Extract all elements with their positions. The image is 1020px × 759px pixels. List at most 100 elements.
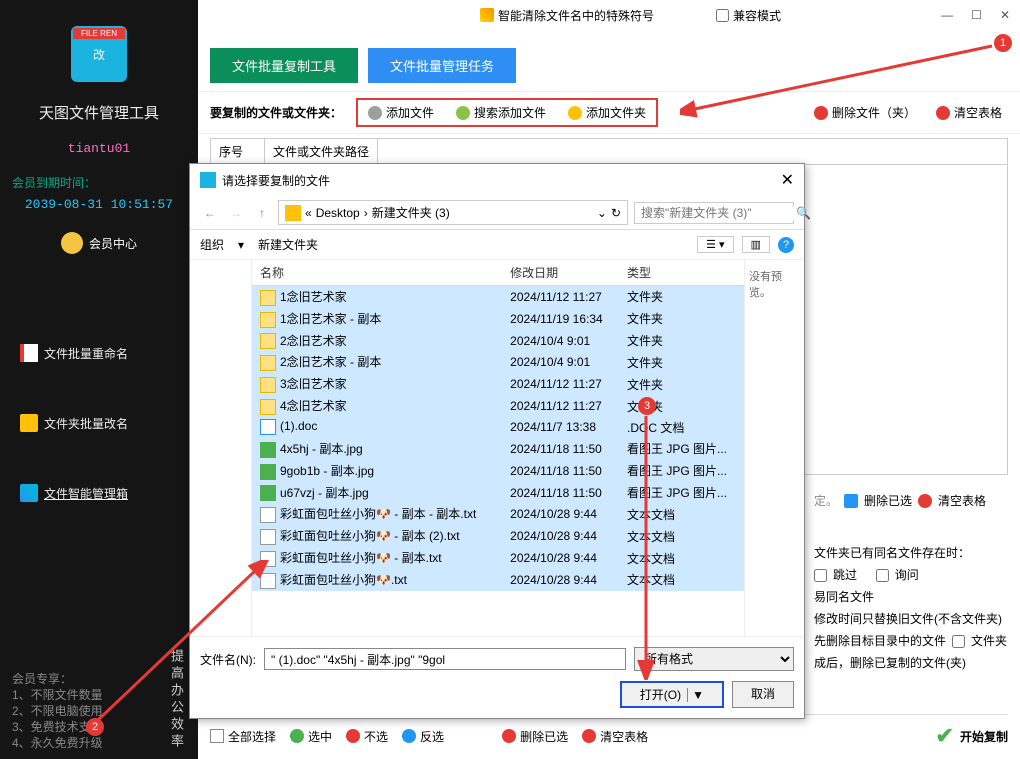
plus-icon [368, 106, 382, 120]
search-add-button[interactable]: 搜索添加文件 [450, 102, 552, 123]
expire-date: 2039-08-31 10:51:57 [25, 197, 173, 212]
path-box[interactable]: « Desktop › 新建文件夹 (3) ⌄ ↻ [278, 200, 628, 225]
folder-checkbox[interactable] [952, 635, 965, 648]
file-row[interactable]: 彩虹面包吐丝小狗🐶 - 副本 (2).txt2024/10/28 9:44文本文… [252, 525, 744, 547]
clear-table[interactable]: 清空表格 [582, 728, 648, 745]
file-row[interactable]: 彩虹面包吐丝小狗🐶.txt2024/10/28 9:44文本文档 [252, 569, 744, 591]
folder-tree[interactable] [190, 260, 252, 636]
col-date[interactable]: 修改日期 [502, 260, 619, 286]
file-row[interactable]: 2念旧艺术家 - 副本2024/10/4 9:01文件夹 [252, 351, 744, 373]
up-button[interactable]: ↑ [252, 206, 272, 220]
close-button[interactable]: ✕ [1000, 8, 1010, 22]
open-button[interactable]: 打开(O) ▼ [620, 681, 724, 708]
select-no[interactable]: 不选 [346, 728, 388, 745]
view-mode-button[interactable]: ☰ ▾ [697, 236, 733, 253]
search-box[interactable]: 🔍 [634, 202, 794, 224]
col-path: 文件或文件夹路径 [265, 139, 378, 164]
add-folder-button[interactable]: 添加文件夹 [562, 102, 652, 123]
reverse-select[interactable]: 反选 [402, 728, 444, 745]
clear-btn[interactable]: 清空表格 [938, 490, 986, 512]
filename-input[interactable] [264, 648, 626, 670]
chevron-down-icon[interactable]: ⌄ [597, 206, 607, 220]
del-sel-btn[interactable]: 删除已选 [864, 490, 912, 512]
file-row[interactable]: 2念旧艺术家2024/10/4 9:01文件夹 [252, 330, 744, 352]
chevron-down-icon[interactable]: ▼ [687, 688, 704, 702]
folder-icon [260, 377, 276, 393]
file-row[interactable]: 9gob1b - 副本.jpg2024/11/18 11:50看图王 JPG 图… [252, 460, 744, 482]
organize-button[interactable]: 组织 [200, 236, 224, 253]
nav-rename-folders[interactable]: 文件夹批量改名 [0, 404, 198, 442]
vip-center[interactable]: 会员中心 [61, 232, 137, 254]
file-row[interactable]: 1念旧艺术家2024/11/12 11:27文件夹 [252, 286, 744, 308]
compat-label: 兼容模式 [733, 7, 781, 24]
same-file-label: 文件夹已有同名文件存在时： [814, 542, 1014, 564]
nav-rename-files[interactable]: 文件批量重命名 [0, 334, 198, 372]
minimize-button[interactable]: — [941, 8, 953, 22]
help-button[interactable]: ? [778, 237, 794, 253]
checkmark-icon: ✔ [936, 723, 954, 749]
file-row[interactable]: u67vzj - 副本.jpg2024/11/18 11:50看图王 JPG 图… [252, 482, 744, 504]
row-delsel: 定。 删除已选 清空表格 [814, 490, 1014, 512]
col-type[interactable]: 类型 [619, 260, 744, 286]
ask-checkbox[interactable] [876, 569, 889, 582]
preview-pane-button[interactable]: ▥ [742, 236, 770, 253]
opt-line1: 易同名文件 [814, 586, 1014, 608]
search-icon[interactable]: 🔍 [796, 206, 811, 220]
select-yes[interactable]: 选中 [290, 728, 332, 745]
add-file-button[interactable]: 添加文件 [362, 102, 440, 123]
skip-checkbox[interactable] [814, 569, 827, 582]
reverse-icon [402, 729, 416, 743]
path-seg[interactable]: Desktop [316, 206, 360, 220]
new-folder-button[interactable]: 新建文件夹 [258, 236, 318, 253]
clear-icon [918, 494, 932, 508]
opt-line2: 修改时间只替换旧文件(不含文件夹) [814, 608, 1014, 630]
dialog-close-button[interactable]: ✕ [781, 170, 794, 190]
toolbar-label: 要复制的文件或文件夹： [210, 104, 342, 121]
clear-table-button[interactable]: 清空表格 [930, 102, 1008, 123]
search-icon [456, 106, 470, 120]
ok-icon [290, 729, 304, 743]
toolbar: 要复制的文件或文件夹： 添加文件 搜索添加文件 添加文件夹 删除文件（夹） 清空… [198, 91, 1020, 134]
tab-manage-tasks[interactable]: 文件批量管理任务 [368, 48, 516, 83]
no-icon [346, 729, 360, 743]
file-row[interactable]: 4念旧艺术家2024/11/12 11:27文件夹 [252, 395, 744, 417]
grid-header: 序号 文件或文件夹路径 [210, 138, 1008, 165]
file-row[interactable]: 彩虹面包吐丝小狗🐶 - 副本.txt2024/10/28 9:44文本文档 [252, 547, 744, 569]
search-input[interactable] [641, 206, 796, 220]
delete-file-button[interactable]: 删除文件（夹） [808, 102, 922, 123]
nav-smart-manage[interactable]: 文件智能管理箱 [0, 474, 198, 512]
file-row[interactable]: 1念旧艺术家 - 副本2024/11/19 16:34文件夹 [252, 308, 744, 330]
file-row[interactable]: (1).doc2024/11/7 13:38.DOC 文档 [252, 417, 744, 438]
file-row[interactable]: 彩虹面包吐丝小狗🐶 - 副本 - 副本.txt2024/10/28 9:44文本… [252, 503, 744, 525]
back-button[interactable]: ← [200, 206, 220, 220]
folder-icon [260, 290, 276, 306]
file-row[interactable]: 3念旧艺术家2024/11/12 11:27文件夹 [252, 373, 744, 395]
wand-icon [480, 8, 494, 22]
folder-icon [285, 205, 301, 221]
sidebar-footer: 会员专享： 1、不限文件数量 2、不限电脑使用 3、免费技术支持 4、永久免费升… [12, 671, 103, 751]
filter-select[interactable]: 所有格式 [634, 647, 794, 671]
cancel-button[interactable]: 取消 [732, 681, 794, 708]
refresh-icon[interactable]: ↻ [611, 206, 621, 220]
start-copy-button[interactable]: ✔ 开始复制 [936, 723, 1008, 749]
folder-icon [260, 399, 276, 415]
right-options: 定。 删除已选 清空表格 文件夹已有同名文件存在时： 跳过 询问 易同名文件 修… [814, 490, 1014, 674]
vertical-slogan: 提高办公效率 [167, 649, 186, 751]
compat-mode[interactable]: 兼容模式 [716, 7, 781, 24]
delete-selected[interactable]: 删除已选 [502, 728, 568, 745]
select-all[interactable]: 全部选择 [210, 728, 276, 745]
path-seg[interactable]: 新建文件夹 (3) [372, 204, 450, 221]
app-logo: FILE REN 改 [71, 26, 127, 82]
col-seq: 序号 [211, 139, 265, 164]
tab-copy-tool[interactable]: 文件批量复制工具 [210, 48, 358, 83]
file-open-dialog: 请选择要复制的文件 ✕ ← → ↑ « Desktop › 新建文件夹 (3) … [189, 163, 805, 719]
file-list[interactable]: 名称 修改日期 类型 1念旧艺术家2024/11/12 11:27文件夹1念旧艺… [252, 260, 744, 636]
file-row[interactable]: 4x5hj - 副本.jpg2024/11/18 11:50看图王 JPG 图片… [252, 438, 744, 460]
maximize-button[interactable]: ☐ [971, 8, 982, 22]
dialog-body: 名称 修改日期 类型 1念旧艺术家2024/11/12 11:27文件夹1念旧艺… [190, 260, 804, 636]
img-icon [260, 464, 276, 480]
col-name[interactable]: 名称 [252, 260, 502, 286]
forward-button[interactable]: → [226, 206, 246, 220]
compat-checkbox[interactable] [716, 9, 729, 22]
tab-bar: 文件批量复制工具 文件批量管理任务 [198, 30, 1020, 91]
